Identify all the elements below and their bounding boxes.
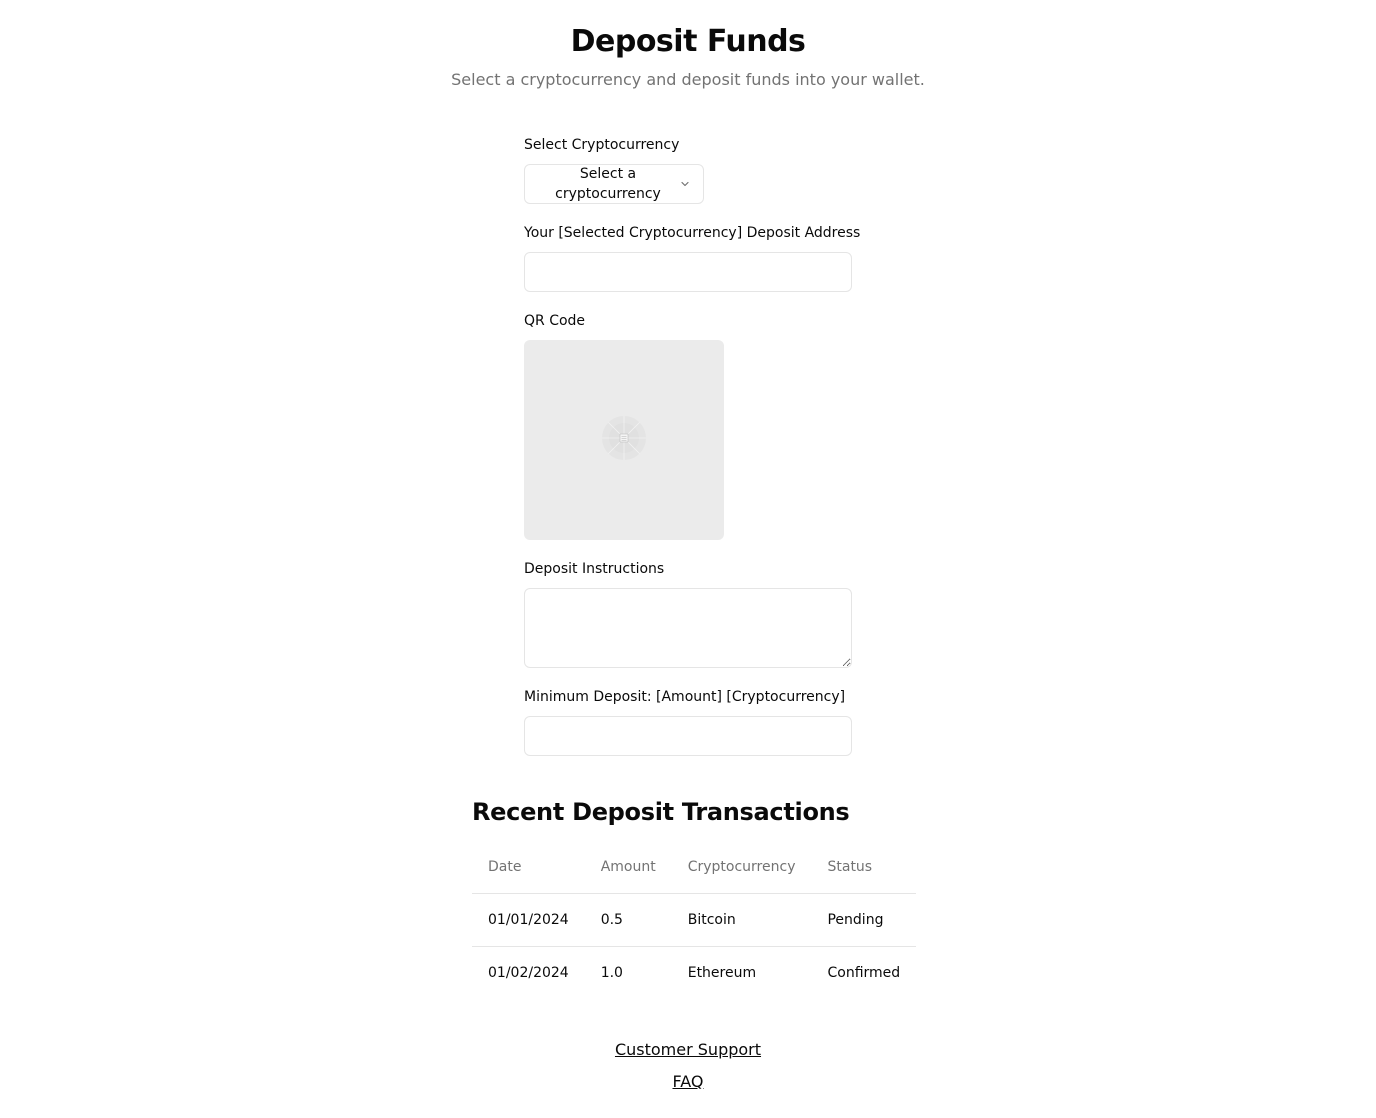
cell-date: 01/01/2024 — [472, 893, 585, 947]
faq-link[interactable]: FAQ — [673, 1072, 704, 1091]
minimum-deposit-input[interactable] — [524, 716, 852, 756]
deposit-address-label: Your [Selected Cryptocurrency] Deposit A… — [524, 225, 861, 241]
transactions-table: Date Amount Cryptocurrency Status 01/01/… — [472, 842, 917, 999]
column-header-status: Status — [811, 842, 917, 894]
column-header-amount: Amount — [584, 842, 672, 894]
deposit-instructions-label: Deposit Instructions — [524, 561, 665, 577]
cell-status: Pending — [811, 893, 917, 947]
table-row: 01/02/2024 1.0 Ethereum Confirmed — [472, 946, 916, 999]
table-row: 01/01/2024 0.5 Bitcoin Pending — [472, 893, 917, 947]
deposit-page: Deposit Funds Select a cryptocurrency an… — [0, 0, 1376, 1118]
footer-faq: FAQ — [0, 1072, 1376, 1092]
minimum-deposit-label: Minimum Deposit: [Amount] [Cryptocurrenc… — [524, 689, 846, 705]
deposit-instructions-textarea[interactable] — [524, 588, 852, 668]
cell-cryptocurrency: Bitcoin — [671, 893, 812, 947]
deposit-address-input[interactable] — [524, 252, 852, 292]
cell-date: 01/02/2024 — [488, 964, 569, 981]
page-subtitle: Select a cryptocurrency and deposit fund… — [451, 70, 925, 89]
qr-code-icon — [600, 414, 648, 466]
column-header-date: Date — [472, 842, 585, 894]
qr-code-placeholder — [524, 340, 724, 540]
qr-code-label: QR Code — [524, 313, 586, 329]
crypto-select-label: Select Cryptocurrency — [524, 137, 680, 153]
cell-amount: 1.0 — [600, 964, 623, 981]
cell-amount: 0.5 — [584, 893, 672, 947]
column-header-cryptocurrency: Cryptocurrency — [671, 842, 812, 894]
footer-support: Customer Support — [0, 1040, 1376, 1060]
table-header-row: Date Amount Cryptocurrency Status — [472, 842, 917, 894]
cell-status: Confirmed — [827, 964, 901, 981]
customer-support-link[interactable]: Customer Support — [615, 1040, 761, 1059]
chevron-down-icon — [679, 178, 691, 190]
crypto-select[interactable]: Select a cryptocurrency — [524, 164, 704, 204]
crypto-select-value: Select a cryptocurrency — [555, 166, 661, 202]
page-title: Deposit Funds — [570, 24, 806, 59]
transactions-title: Recent Deposit Transactions — [472, 798, 850, 826]
cell-cryptocurrency: Ethereum — [687, 964, 757, 981]
